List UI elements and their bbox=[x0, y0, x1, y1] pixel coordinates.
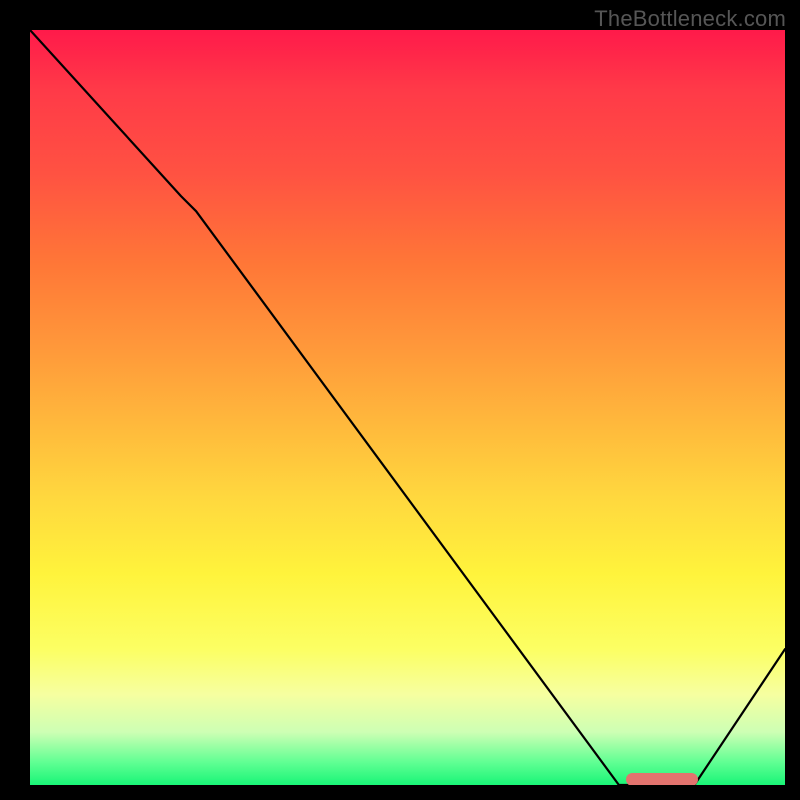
bottleneck-curve bbox=[30, 30, 785, 785]
chart-container: TheBottleneck.com bbox=[0, 0, 800, 800]
plot-area bbox=[30, 30, 785, 785]
optimal-marker bbox=[626, 773, 698, 785]
watermark-text: TheBottleneck.com bbox=[594, 6, 786, 32]
